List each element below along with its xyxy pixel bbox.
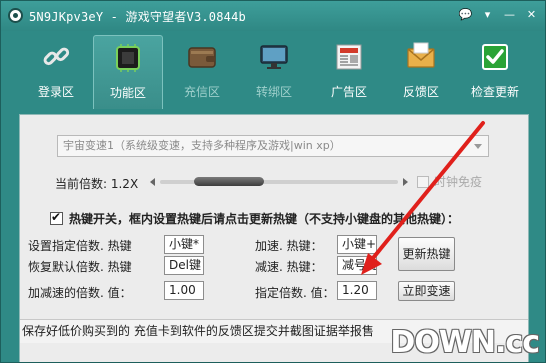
tab-login[interactable]: 登录区 bbox=[23, 35, 89, 109]
reset-multiplier-hotkey-label: 恢复默认倍数. 热键 bbox=[28, 260, 132, 274]
tab-feedback[interactable]: 反馈区 bbox=[388, 35, 454, 109]
speed-slider[interactable] bbox=[150, 175, 408, 189]
down-cc-watermark: DOWN.cc bbox=[379, 320, 545, 362]
window-title: 5N9JKpv3eY - 游戏守望者V3.0844b bbox=[29, 10, 246, 24]
tab-check-update-label: 检查更新 bbox=[470, 85, 519, 99]
speed-engine-value: 宇宙变速1（系统级变速，支持多种程序及游戏|win xp） bbox=[63, 139, 341, 152]
watermark-text: DOWN.cc bbox=[390, 325, 540, 360]
slowdown-hotkey-input[interactable]: 减号键 bbox=[337, 256, 377, 275]
app-window: 5N9JKpv3eY - 游戏守望者V3.0844b 💬 ▾ — ✕ 登录区 功… bbox=[0, 0, 546, 363]
tab-recharge[interactable]: 充信区 bbox=[169, 35, 235, 109]
slider-right-arrow-icon[interactable] bbox=[403, 178, 408, 186]
tab-check-update[interactable]: 检查更新 bbox=[457, 35, 533, 109]
hotkey-toggle-label: 热键开关，框内设置热键后请点击更新热键（不支持小键盘的其他热键）： bbox=[69, 212, 460, 226]
set-multiplier-hotkey-label: 设置指定倍数. 热键 bbox=[28, 239, 132, 253]
newspaper-icon bbox=[336, 44, 362, 70]
link-icon bbox=[43, 47, 70, 66]
target-multiplier-input[interactable]: 1.20 bbox=[337, 281, 377, 300]
apply-speed-button[interactable]: 立即变速 bbox=[398, 281, 455, 301]
update-hotkey-button[interactable]: 更新热键 bbox=[398, 237, 455, 271]
tab-functions-label: 功能区 bbox=[109, 86, 146, 100]
tab-ads[interactable]: 广告区 bbox=[316, 35, 382, 109]
time-immunity-box[interactable] bbox=[417, 175, 429, 188]
step-value-label: 加减速的倍数. 值： bbox=[28, 286, 132, 300]
time-immunity-label: 时钟免疫 bbox=[434, 175, 483, 189]
speedup-hotkey-label: 加速. 热键： bbox=[255, 239, 323, 253]
tab-login-label: 登录区 bbox=[37, 85, 74, 99]
current-speed-label: 当前倍数: 1.2X bbox=[55, 177, 139, 191]
time-immunity-checkbox[interactable]: 时钟免疫 bbox=[417, 173, 482, 190]
tab-functions[interactable]: 功能区 bbox=[93, 35, 163, 109]
tab-rebind[interactable]: 转绑区 bbox=[241, 35, 307, 109]
slider-thumb[interactable] bbox=[193, 177, 264, 186]
hotkey-toggle[interactable]: 热键开关，框内设置热键后请点击更新热键（不支持小键盘的其他热键）： bbox=[50, 210, 459, 227]
window-controls: 💬 ▾ — ✕ bbox=[456, 6, 541, 23]
slider-left-arrow-icon[interactable] bbox=[150, 178, 155, 186]
hotkey-toggle-checkbox[interactable] bbox=[50, 210, 63, 225]
slowdown-hotkey-label: 减速. 热键： bbox=[255, 260, 323, 274]
close-icon[interactable]: ✕ bbox=[522, 6, 541, 23]
app-logo-icon bbox=[8, 8, 23, 23]
monitor-icon bbox=[260, 45, 288, 69]
target-multiplier-label: 指定倍数. 值： bbox=[255, 286, 335, 300]
mail-icon bbox=[407, 42, 435, 68]
tab-recharge-label: 充信区 bbox=[183, 85, 220, 99]
chevron-down-icon bbox=[474, 144, 482, 149]
chevron-down-icon[interactable]: ▾ bbox=[478, 6, 497, 23]
speedup-hotkey-input[interactable]: 小键+ bbox=[337, 235, 377, 254]
reset-multiplier-hotkey-input[interactable]: Del键 bbox=[164, 256, 204, 275]
chip-icon bbox=[116, 44, 140, 72]
set-multiplier-hotkey-input[interactable]: 小键* bbox=[164, 235, 204, 254]
speed-engine-select[interactable]: 宇宙变速1（系统级变速，支持多种程序及游戏|win xp） bbox=[57, 135, 489, 157]
minimize-icon[interactable]: — bbox=[500, 6, 519, 23]
check-icon bbox=[482, 44, 508, 70]
tab-rebind-label: 转绑区 bbox=[255, 85, 292, 99]
wallet-icon bbox=[188, 47, 216, 68]
tab-feedback-label: 反馈区 bbox=[402, 85, 439, 99]
chat-icon[interactable]: 💬 bbox=[456, 6, 475, 23]
tab-ads-label: 广告区 bbox=[330, 85, 367, 99]
main-toolbar: 登录区 功能区 充信区 转绑区 广告区 反馈区 检查更新 bbox=[1, 31, 545, 111]
title-bar[interactable]: 5N9JKpv3eY - 游戏守望者V3.0844b 💬 ▾ — ✕ bbox=[1, 1, 545, 31]
step-value-input[interactable]: 1.00 bbox=[164, 281, 204, 300]
